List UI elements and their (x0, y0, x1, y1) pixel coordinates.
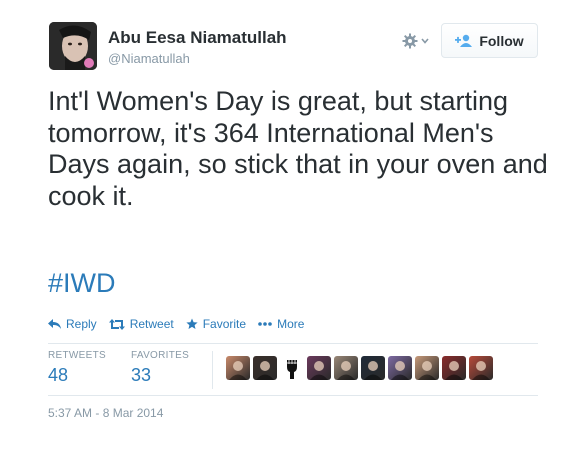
reply-label: Reply (66, 317, 97, 331)
reply-icon (48, 318, 61, 329)
retweets-stat[interactable]: RETWEETS 48 (48, 350, 106, 386)
more-dots-icon (258, 322, 272, 326)
favoriter-avatar-5-icon[interactable] (334, 356, 358, 380)
retweet-label: Retweet (129, 317, 174, 331)
retweet-icon (108, 318, 125, 330)
follow-button-label: Follow (479, 32, 524, 49)
author-display-name[interactable]: Abu Eesa Niamatullah (108, 28, 287, 48)
favoriter-avatar-10-icon[interactable] (469, 356, 493, 380)
favorites-stat[interactable]: FAVORITES 33 (131, 350, 189, 386)
favoriter-avatar-2-icon[interactable] (253, 356, 277, 380)
more-label: More (277, 317, 305, 331)
retweets-stat-label: RETWEETS (48, 350, 106, 361)
add-user-icon (455, 34, 473, 47)
tweet-actions: Reply Retweet Favorite More (48, 317, 316, 331)
retweets-count[interactable]: 48 (48, 365, 106, 386)
user-avatar-icon (49, 22, 97, 70)
favoriters-avatars (226, 356, 493, 380)
favoriter-avatar-6-icon[interactable] (361, 356, 385, 380)
follow-button[interactable]: Follow (441, 23, 538, 58)
author-avatar[interactable] (49, 22, 97, 70)
favorite-action[interactable]: Favorite (186, 317, 246, 331)
tweet-timestamp[interactable]: 5:37 AM - 8 Mar 2014 (48, 406, 163, 420)
tweet-text: Int'l Women's Day is great, but starting… (48, 86, 548, 211)
author-username[interactable]: @Niamatullah (108, 51, 190, 66)
favoriter-avatar-1-icon[interactable] (226, 356, 250, 380)
stats-bottom-divider (48, 395, 538, 396)
favoriter-avatar-8-icon[interactable] (415, 356, 439, 380)
more-action[interactable]: More (258, 317, 304, 331)
hashtag-link[interactable]: #IWD (48, 268, 116, 299)
favoriter-avatar-4-icon[interactable] (307, 356, 331, 380)
retweet-action[interactable]: Retweet (108, 317, 174, 331)
favoriter-avatar-7-icon[interactable] (388, 356, 412, 380)
stats-vertical-divider (212, 351, 213, 389)
raised-fist-icon[interactable] (280, 356, 304, 380)
star-icon (186, 318, 198, 329)
favoriter-avatar-9-icon[interactable] (442, 356, 466, 380)
favorites-count[interactable]: 33 (131, 365, 189, 386)
favorites-stat-label: FAVORITES (131, 350, 190, 361)
reply-action[interactable]: Reply (48, 317, 97, 331)
gear-icon (402, 33, 418, 49)
user-actions-dropdown[interactable] (402, 30, 434, 52)
stats-top-divider (48, 343, 538, 344)
chevron-down-icon (421, 38, 429, 44)
favorite-label: Favorite (202, 317, 247, 331)
